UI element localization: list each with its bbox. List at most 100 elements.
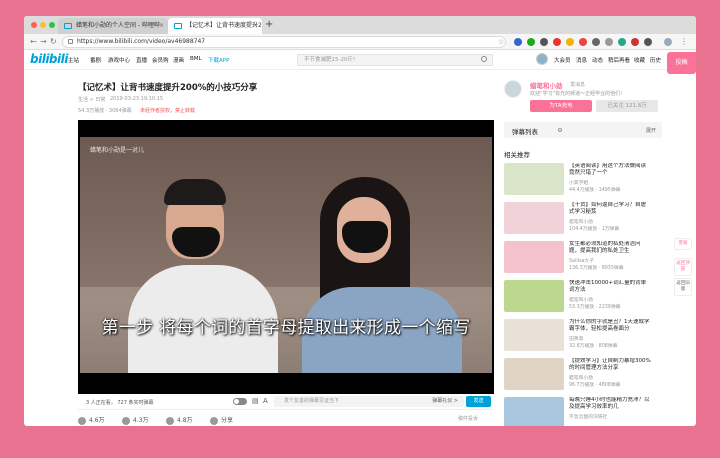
related-item[interactable]: 每晚只睡4小时也能精力充沛？以及提高学习效率的几不急云盘的深研社 (504, 397, 654, 426)
related-title-text[interactable]: 女生都必须知道的私处清洁问题，提高我们的私处卫生 (569, 241, 651, 255)
related-author[interactable]: Sailisa大子 (569, 257, 594, 264)
reload-icon[interactable]: ↻ (50, 36, 57, 48)
search-input[interactable]: 不节食减肥15-20斤! (297, 54, 493, 66)
favorite-button[interactable]: 4.8万 (166, 415, 193, 425)
danmaku-etiquette-link[interactable]: 弹幕礼仪 > (432, 396, 458, 407)
header-favorites[interactable]: 收藏 (634, 56, 645, 64)
danmaku-list-panel[interactable]: 弹幕列表 展开 (504, 122, 662, 138)
nav-anime[interactable]: 番剧 (90, 56, 101, 64)
related-title-text[interactable]: 【英语阅读】用这个方法做阅读 竟然只错了一个 (569, 163, 651, 177)
like-button[interactable]: 4.6万 (78, 415, 105, 425)
bilibili-logo[interactable]: bilibili (30, 52, 68, 66)
related-author[interactable]: 蜡笔和小勋 (569, 218, 593, 225)
bookmark-star-icon[interactable]: ☆ (498, 36, 504, 48)
charge-button[interactable]: 为TA充电 (530, 100, 592, 112)
report-link[interactable]: 稿件投诉 (458, 415, 478, 422)
danmaku-input[interactable]: 发个友善的弹幕见证当下 弹幕礼仪 > (274, 396, 464, 407)
related-author[interactable]: 蜡笔和小勋 (569, 374, 593, 381)
extension-icon[interactable] (579, 38, 587, 46)
side-customer-service[interactable]: 客服 (674, 238, 692, 250)
header-history[interactable]: 历史 (650, 56, 661, 64)
related-title-text[interactable]: 为什么你的字就是丑？1天速成学霸字体，轻松提高卷面分 (569, 319, 651, 333)
related-item[interactable]: 【提效学习】让自制力暴增300%的时间管理方法分享 蜡笔和小勋 96.7万播放 · … (504, 358, 654, 392)
related-thumbnail[interactable] (504, 163, 564, 195)
profile-avatar-icon[interactable] (664, 38, 672, 46)
nav-comics[interactable]: 漫画 (173, 56, 184, 64)
close-window-button[interactable] (31, 22, 37, 28)
related-author[interactable]: 田英章 (569, 335, 583, 342)
url-input[interactable]: https://www.bilibili.com/video/av4698874… (62, 36, 506, 48)
menu-dots-icon[interactable]: ⋮ (680, 36, 688, 48)
related-author[interactable]: 不急云盘的深研社 (569, 413, 607, 420)
send-danmaku-button[interactable]: 发送 (466, 396, 491, 407)
extension-icon[interactable] (592, 38, 600, 46)
extension-icon[interactable] (631, 38, 639, 46)
header-watch-later[interactable]: 稍后再看 (608, 56, 630, 64)
related-item[interactable]: 【干货】如何逼自己学习？自虐式学习秘笈 蜡笔和小勋 104.4万播放 · 1万弹幕 (504, 202, 654, 236)
upload-button[interactable]: 投稿 (667, 52, 696, 74)
video-actions: 4.6万 4.3万 4.8万 分享 稿件投诉 (78, 414, 494, 426)
uploader-avatar[interactable] (504, 80, 522, 98)
extension-icon[interactable] (644, 38, 652, 46)
send-message-link[interactable]: 发消息 (570, 81, 585, 88)
close-tab-icon[interactable]: × (159, 18, 164, 34)
related-thumbnail[interactable] (504, 397, 564, 426)
nav-member-shop[interactable]: 会员购 (152, 56, 169, 64)
related-item[interactable]: 为什么你的字就是丑？1天速成学霸字体，轻松提高卷面分 田英章 32.8万播放 · 8… (504, 319, 654, 353)
user-avatar[interactable] (536, 53, 548, 65)
nav-live[interactable]: 直播 (136, 56, 147, 64)
side-back-to-top[interactable]: 返回顶部 (674, 258, 692, 276)
minimize-window-button[interactable] (40, 22, 46, 28)
related-author[interactable]: 蜡笔和小勋 (569, 296, 593, 303)
header-dynamics[interactable]: 动态 (592, 56, 603, 64)
extension-icon[interactable] (605, 38, 613, 46)
nav-bml[interactable]: BML (190, 56, 202, 62)
danmaku-settings-icon[interactable]: ▤ (252, 397, 259, 405)
related-title-text[interactable]: 快速冲击10000+词汇量的背单词方法 (569, 280, 651, 294)
wechat-extension-icon[interactable] (527, 38, 535, 46)
related-item[interactable]: 女生都必须知道的私处清洁问题，提高我们的私处卫生 Sailisa大子 136.3万播… (504, 241, 654, 275)
related-thumbnail[interactable] (504, 202, 564, 234)
uploader-watermark: 蜡笔和小勋是一对儿 (90, 147, 145, 154)
video-player[interactable]: 蜡笔和小勋是一对儿 第一步 将每个词的首字母提取出来形成一个缩写 (78, 120, 494, 394)
extension-icon[interactable] (618, 38, 626, 46)
back-arrow-icon[interactable]: ← (30, 36, 37, 48)
related-title-text[interactable]: 每晚只睡4小时也能精力充沛？以及提高学习效率的几 (569, 397, 651, 411)
video-category[interactable]: 生活 > 日常 (78, 96, 105, 103)
extension-icon[interactable] (553, 38, 561, 46)
follow-button[interactable]: 已关注 121.8万 (596, 100, 658, 112)
related-thumbnail[interactable] (504, 358, 564, 390)
extension-icon[interactable] (566, 38, 574, 46)
nav-game-center[interactable]: 游戏中心 (108, 56, 130, 64)
danmaku-toggle[interactable] (233, 398, 247, 405)
close-tab-icon[interactable]: × (253, 18, 258, 34)
tab-space[interactable]: 蜡笔和小勋的个人空间 - 哔哩哔 × (58, 18, 168, 34)
related-title-text[interactable]: 【提效学习】让自制力暴增300%的时间管理方法分享 (569, 358, 651, 372)
related-item[interactable]: 【英语阅读】用这个方法做阅读 竟然只错了一个 小高学姐 44.4万播放 · 1495… (504, 163, 654, 197)
danmaku-settings-icon[interactable] (558, 128, 562, 132)
forward-arrow-icon[interactable]: → (40, 36, 47, 48)
video-frame[interactable]: 蜡笔和小勋是一对儿 第一步 将每个词的首字母提取出来形成一个缩写 (80, 137, 492, 373)
tab-video[interactable]: 【记忆术】让背书速度提升2 × (168, 18, 262, 34)
related-item[interactable]: 快速冲击10000+词汇量的背单词方法 蜡笔和小勋 53.3万播放 · 2239弹幕 (504, 280, 654, 314)
nav-main-station[interactable]: 主站 (68, 56, 79, 64)
related-title-text[interactable]: 【干货】如何逼自己学习？自虐式学习秘笈 (569, 202, 651, 216)
uploader-name[interactable]: 蜡笔和小勋 (530, 80, 563, 90)
coin-button[interactable]: 4.3万 (122, 415, 149, 425)
maximize-window-button[interactable] (49, 22, 55, 28)
search-icon[interactable] (481, 56, 487, 62)
related-thumbnail[interactable] (504, 319, 564, 351)
header-vip[interactable]: 大会员 (554, 56, 571, 64)
side-old-version[interactable]: 返回旧版 (674, 278, 692, 296)
extension-icon[interactable] (540, 38, 548, 46)
danmaku-expand-button[interactable]: 展开 (646, 127, 656, 134)
new-tab-button[interactable]: + (265, 18, 273, 32)
share-button[interactable]: 分享 (210, 415, 233, 425)
nav-download-app[interactable]: 下载APP (208, 56, 229, 64)
related-author[interactable]: 小高学姐 (569, 179, 588, 186)
header-messages[interactable]: 消息 (576, 56, 587, 64)
extension-icon[interactable] (514, 38, 522, 46)
danmaku-style-icon[interactable]: A (263, 397, 268, 405)
related-thumbnail[interactable] (504, 280, 564, 312)
related-thumbnail[interactable] (504, 241, 564, 273)
